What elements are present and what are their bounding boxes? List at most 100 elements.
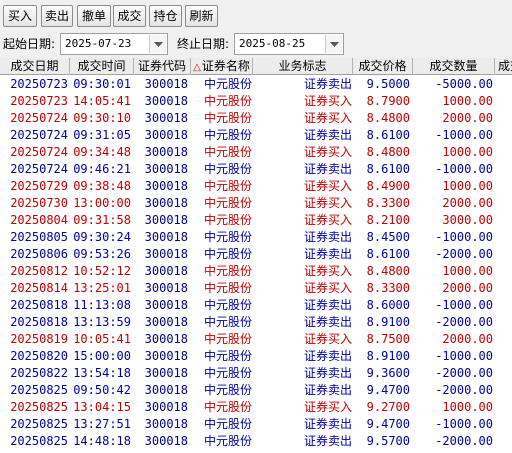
col-header-security-name[interactable]: △证券名称 [191,58,253,75]
col-header-trade-price[interactable]: 成交价格 [353,58,413,75]
trade-price-cell: 8.6100 [366,128,410,142]
col-header-trade-time[interactable]: 成交时间 [70,58,134,75]
trade-price-cell: 9.4700 [366,417,410,431]
cancel-order-button[interactable]: 撤单 [77,5,111,27]
security-code-cell: 300018 [144,349,188,363]
table-row[interactable]: 20250825 09:50:42 300018 中元股份 证券卖出 9.4700 -200… [0,382,512,399]
table-row[interactable]: 20250804 09:31:58 300018 中元股份 证券买入 8.2100 3000… [0,212,512,229]
trade-price-cell: 8.4900 [366,179,410,193]
start-date-label: 起始日期: [3,37,56,51]
trade-quantity-cell: -2000.00 [435,383,493,397]
table-row[interactable]: 20250805 09:30:24 300018 中元股份 证券卖出 8.4500 -100… [0,229,512,246]
business-flag-cell: 证券卖出 [303,162,352,176]
trade-quantity-cell: -1000.00 [435,349,493,363]
trade-quantity-cell: -2000.00 [435,315,493,329]
table-row[interactable]: 20250825 14:48:18 300018 中元股份 证券卖出 9.5700 -200… [0,433,512,450]
security-code-cell: 300018 [144,332,188,346]
security-name-cell: 中元股份 [203,349,252,363]
trade-quantity-cell: -1000.00 [435,162,493,176]
trade-price-cell: 8.2100 [366,213,410,227]
table-row[interactable]: 20250729 09:38:48 300018 中元股份 证券买入 8.4900 1000… [0,178,512,195]
security-name-cell: 中元股份 [203,247,252,261]
date-filter-bar: 起始日期: 2025-07-23 终止日期: 2025-08-25 [0,31,512,58]
security-code-cell: 300018 [144,179,188,193]
trade-date-cell: 20250818 [10,298,68,312]
trade-date-cell: 20250730 [10,196,68,210]
business-flag-cell: 证券卖出 [303,230,352,244]
security-name-cell: 中元股份 [203,145,252,159]
col-header-trade-quantity[interactable]: 成交数量 [413,58,495,75]
security-name-cell: 中元股份 [203,332,252,346]
trade-date-cell: 20250724 [10,128,68,142]
trade-price-cell: 8.4800 [366,145,410,159]
trade-time-cell: 09:30:10 [73,111,131,125]
business-flag-cell: 证券买入 [303,400,352,414]
trade-time-cell: 13:13:59 [73,315,131,329]
trade-quantity-cell: 3000.00 [442,213,493,227]
col-header-business-flag[interactable]: 业务标志 [253,58,353,75]
end-date-picker[interactable]: 2025-08-25 [234,33,344,55]
security-name-cell: 中元股份 [203,230,252,244]
business-flag-cell: 证券卖出 [303,417,352,431]
buy-button[interactable]: 买入 [3,5,37,27]
col-header-security-code[interactable]: 证券代码 [134,58,191,75]
security-code-cell: 300018 [144,434,188,448]
trade-time-cell: 13:00:00 [73,196,131,210]
table-row[interactable]: 20250825 13:04:15 300018 中元股份 证券买入 9.2700 1000… [0,399,512,416]
table-row[interactable]: 20250724 09:31:05 300018 中元股份 证券卖出 8.6100 -100… [0,127,512,144]
business-flag-cell: 证券卖出 [303,315,352,329]
sell-button[interactable]: 卖出 [41,5,73,27]
trade-time-cell: 10:05:41 [73,332,131,346]
end-date-value: 2025-08-25 [239,37,306,50]
trade-price-cell: 9.3600 [366,366,410,380]
security-code-cell: 300018 [144,213,188,227]
refresh-button[interactable]: 刷新 [185,5,218,27]
trade-time-cell: 09:30:24 [73,230,131,244]
table-row[interactable]: 20250812 10:52:12 300018 中元股份 证券买入 8.4800 1000… [0,263,512,280]
trade-time-cell: 09:46:21 [73,162,131,176]
trade-quantity-cell: -1000.00 [435,298,493,312]
table-row[interactable]: 20250820 15:00:00 300018 中元股份 证券卖出 8.9100 -100… [0,348,512,365]
trade-time-cell: 15:00:00 [73,349,131,363]
chevron-down-icon[interactable] [325,35,342,53]
table-row[interactable]: 20250814 13:25:01 300018 中元股份 证券买入 8.3300 2000… [0,280,512,297]
trade-quantity-cell: 1000.00 [442,264,493,278]
trade-time-cell: 09:34:48 [73,145,131,159]
chevron-down-icon[interactable] [149,35,166,53]
security-name-cell: 中元股份 [203,77,252,91]
trade-date-cell: 20250724 [10,145,68,159]
business-flag-cell: 证券买入 [303,179,352,193]
table-row[interactable]: 20250724 09:34:48 300018 中元股份 证券买入 8.4800 1000… [0,144,512,161]
trade-quantity-cell: -1000.00 [435,230,493,244]
trade-time-cell: 13:54:18 [73,366,131,380]
col-header-trade-date[interactable]: 成交日期 [0,58,70,75]
trade-date-cell: 20250820 [10,349,68,363]
trade-time-cell: 09:50:42 [73,383,131,397]
trade-price-cell: 8.7900 [366,94,410,108]
trade-time-cell: 13:25:01 [73,281,131,295]
table-row[interactable]: 20250822 13:54:18 300018 中元股份 证券卖出 9.3600 -200… [0,365,512,382]
start-date-picker[interactable]: 2025-07-23 [60,33,168,55]
trade-date-cell: 20250825 [10,434,68,448]
table-row[interactable]: 20250730 13:00:00 300018 中元股份 证券买入 8.3300 2000… [0,195,512,212]
table-row[interactable]: 20250723 14:05:41 300018 中元股份 证券买入 8.7900 1000… [0,93,512,110]
trade-quantity-cell: 2000.00 [442,196,493,210]
positions-button[interactable]: 持仓 [149,5,182,27]
table-row[interactable]: 20250819 10:05:41 300018 中元股份 证券买入 8.7500 2000… [0,331,512,348]
table-row[interactable]: 20250724 09:46:21 300018 中元股份 证券卖出 8.6100 -100… [0,161,512,178]
security-name-cell: 中元股份 [203,366,252,380]
table-row[interactable]: 20250818 13:13:59 300018 中元股份 证券卖出 8.9100 -200… [0,314,512,331]
table-row[interactable]: 20250724 09:30:10 300018 中元股份 证券买入 8.4800 2000… [0,110,512,127]
trade-date-cell: 20250723 [10,77,68,91]
table-row[interactable]: 20250723 09:30:01 300018 中元股份 证券卖出 9.5000 -500… [0,76,512,93]
trade-price-cell: 9.5000 [366,77,410,91]
table-row[interactable]: 20250825 13:27:51 300018 中元股份 证券卖出 9.4700 -100… [0,416,512,433]
trades-button[interactable]: 成交 [113,5,146,27]
trade-quantity-cell: 2000.00 [442,281,493,295]
table-row[interactable]: 20250806 09:53:26 300018 中元股份 证券卖出 8.6100 -200… [0,246,512,263]
col-header-trade-amount[interactable]: 成交 [495,58,512,75]
security-code-cell: 300018 [144,400,188,414]
business-flag-cell: 证券买入 [303,94,352,108]
trade-date-cell: 20250806 [10,247,68,261]
table-row[interactable]: 20250818 11:13:08 300018 中元股份 证券卖出 8.6000 -100… [0,297,512,314]
